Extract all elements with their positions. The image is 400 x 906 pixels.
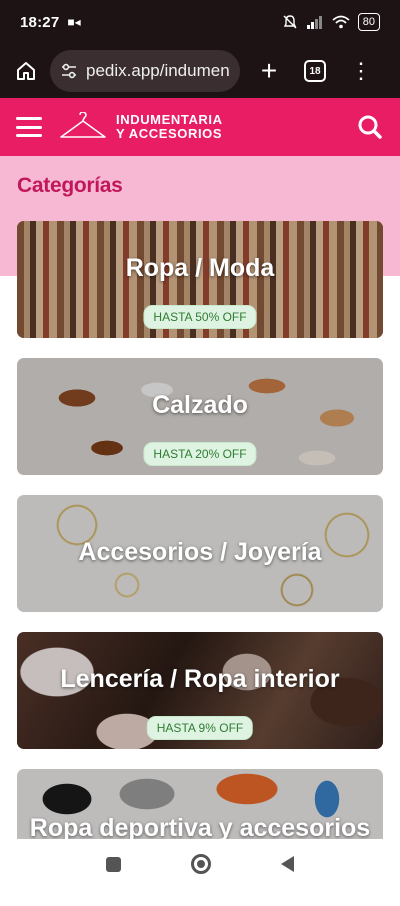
status-time: 18:27: [20, 13, 60, 31]
logo-line-1: INDUMENTARIA: [116, 112, 223, 127]
mute-bell-icon: [283, 15, 297, 29]
discount-badge: HASTA 9% OFF: [146, 716, 254, 740]
status-bar: 18:27 ■◂ 80: [0, 0, 400, 44]
section-title: Categorías: [17, 174, 123, 197]
logo-text: INDUMENTARIA Y ACCESORIOS: [116, 113, 223, 141]
home-button[interactable]: [10, 55, 42, 87]
address-bar[interactable]: pedix.app/indumenta: [50, 50, 240, 92]
menu-icon[interactable]: [16, 117, 42, 137]
category-title: Calzado: [152, 391, 248, 419]
recents-button[interactable]: [106, 856, 121, 872]
url-text: pedix.app/indumenta: [86, 61, 230, 80]
status-icons: 80: [282, 13, 380, 31]
more-vert-icon[interactable]: ⋮: [350, 60, 372, 82]
signal-icon: [306, 16, 322, 29]
tab-count: 18: [309, 65, 321, 77]
category-card-calzado[interactable]: Calzado HASTA 20% OFF: [17, 358, 383, 475]
category-title: Ropa / Moda: [125, 254, 275, 282]
new-tab-button[interactable]: +: [254, 57, 284, 85]
plus-icon: +: [260, 55, 278, 86]
category-list: Ropa / Moda HASTA 50% OFF Calzado HASTA …: [17, 221, 383, 906]
battery-indicator: 80: [357, 13, 380, 31]
store-logo[interactable]: INDUMENTARIA Y ACCESORIOS: [58, 112, 223, 142]
category-card-lenceria[interactable]: Lencería / Ropa interior HASTA 9% OFF: [17, 632, 383, 749]
browser-toolbar: pedix.app/indumenta + 18 ⋮: [0, 44, 400, 98]
category-card-accesorios[interactable]: Accesorios / Joyería: [17, 495, 383, 612]
search-button[interactable]: [356, 113, 384, 141]
discount-badge: HASTA 50% OFF: [143, 305, 257, 329]
discount-badge: HASTA 20% OFF: [143, 442, 257, 466]
home-icon: [17, 62, 35, 80]
logo-line-2: Y ACCESORIOS: [116, 126, 223, 141]
back-button[interactable]: [281, 856, 294, 872]
video-camera-icon: ■◂: [67, 15, 81, 29]
hanger-logo-icon: [60, 112, 106, 138]
tune-icon[interactable]: [60, 63, 78, 79]
category-card-ropa[interactable]: Ropa / Moda HASTA 50% OFF: [17, 221, 383, 338]
app-header: INDUMENTARIA Y ACCESORIOS: [0, 98, 400, 156]
home-nav-button[interactable]: [191, 854, 211, 874]
category-title: Lencería / Ropa interior: [60, 665, 340, 693]
tabs-button[interactable]: 18: [304, 60, 326, 82]
category-title: Accesorios / Joyería: [78, 538, 322, 566]
wifi-icon: [332, 15, 350, 29]
system-nav-bar: [0, 839, 400, 889]
search-icon: [358, 115, 382, 139]
